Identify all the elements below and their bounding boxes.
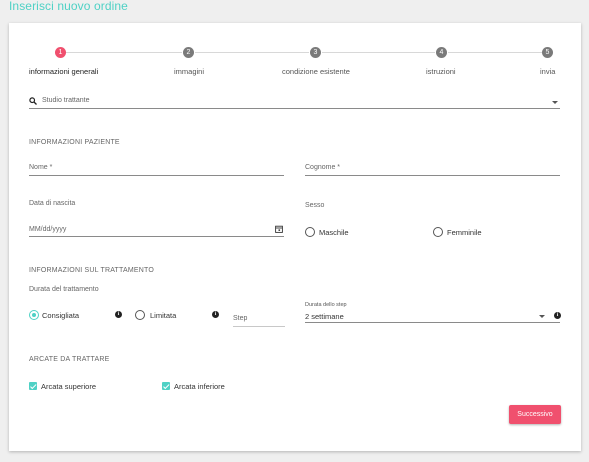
page-title: Inserisci nuovo ordine — [9, 0, 128, 13]
duration-limited-label[interactable]: Limitata — [150, 311, 176, 320]
name-field-underline — [29, 175, 284, 176]
lower-arch-label[interactable]: Arcata inferiore — [174, 382, 225, 391]
sex-label: Sesso — [305, 202, 325, 209]
upper-arch-label[interactable]: Arcata superiore — [41, 382, 96, 391]
step-4-indicator[interactable]: 4 — [436, 47, 447, 58]
step-count-input[interactable]: Step — [233, 315, 247, 322]
chevron-down-icon[interactable] — [539, 315, 545, 318]
duration-limited-radio[interactable] — [135, 310, 145, 320]
studio-search-underline — [29, 108, 560, 109]
sex-male-label[interactable]: Maschile — [319, 228, 349, 237]
sex-female-label[interactable]: Femminile — [447, 228, 482, 237]
info-icon[interactable]: i — [115, 311, 122, 318]
search-icon — [29, 97, 37, 105]
name-field[interactable]: Nome * — [29, 164, 52, 171]
step-1-label[interactable]: informazioni generali — [29, 67, 98, 76]
step-count-underline — [233, 326, 285, 327]
stepper-connector — [195, 52, 309, 53]
step-duration-underline — [305, 322, 560, 323]
next-button[interactable]: Successivo — [509, 405, 561, 424]
duration-recommended-radio[interactable] — [29, 310, 39, 320]
stepper-connector — [448, 52, 542, 53]
info-icon[interactable]: i — [212, 311, 219, 318]
arches-section-title: ARCATE DA TRATTARE — [29, 356, 110, 363]
birthdate-underline — [29, 236, 284, 237]
step-duration-select[interactable]: 2 settimane — [305, 312, 344, 321]
sex-male-radio[interactable] — [305, 227, 315, 237]
duration-recommended-label[interactable]: Consigliata — [42, 311, 79, 320]
step-5-indicator[interactable]: 5 — [542, 47, 553, 58]
step-duration-label: Durata dello step — [305, 302, 347, 308]
lower-arch-checkbox[interactable] — [162, 382, 170, 390]
step-3-indicator[interactable]: 3 — [310, 47, 321, 58]
sex-female-radio[interactable] — [433, 227, 443, 237]
step-5-label[interactable]: invia — [540, 67, 555, 76]
duration-label: Durata del trattamento — [29, 286, 99, 293]
step-2-label[interactable]: immagini — [174, 67, 204, 76]
calendar-icon[interactable] — [275, 225, 283, 233]
birthdate-input[interactable]: MM/dd/yyyy — [29, 226, 66, 233]
step-3-label[interactable]: condizione esistente — [282, 67, 350, 76]
step-4-label[interactable]: istruzioni — [426, 67, 456, 76]
step-1-indicator[interactable]: 1 — [55, 47, 66, 58]
patient-section-title: INFORMAZIONI PAZIENTE — [29, 139, 120, 146]
surname-field[interactable]: Cognome * — [305, 164, 340, 171]
stepper-connector — [322, 52, 435, 53]
treatment-section-title: INFORMAZIONI SUL TRATTAMENTO — [29, 267, 154, 274]
birthdate-label: Data di nascita — [29, 200, 76, 207]
studio-search-input[interactable]: Studio trattante — [42, 97, 89, 104]
upper-arch-checkbox[interactable] — [29, 382, 37, 390]
surname-field-underline — [305, 175, 560, 176]
stepper-connector — [65, 52, 182, 53]
info-icon[interactable]: i — [554, 312, 561, 319]
order-form-card: 1 2 3 4 5 informazioni generali immagini… — [9, 23, 581, 451]
chevron-down-icon[interactable] — [552, 101, 558, 104]
step-2-indicator[interactable]: 2 — [183, 47, 194, 58]
